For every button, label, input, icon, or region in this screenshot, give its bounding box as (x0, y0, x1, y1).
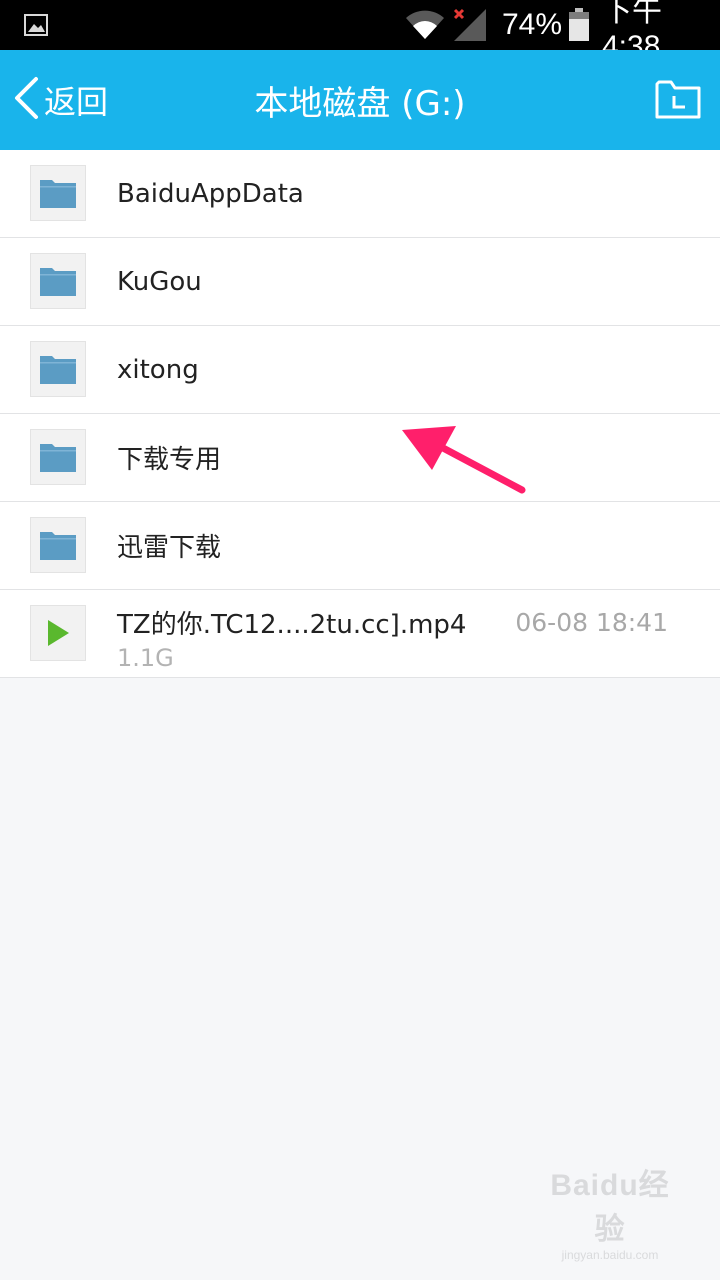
file-row-video[interactable]: TZ的你.TC12....2tu.cc].mp4 1.1G 06-08 18:4… (0, 590, 720, 678)
app-bar: 返回 本地磁盘 (G:) (0, 50, 720, 150)
file-size: 1.1G (117, 644, 174, 672)
folder-icon (30, 429, 86, 485)
file-row-folder[interactable]: KuGou (0, 238, 720, 326)
file-date: 06-08 18:41 (515, 607, 668, 637)
battery-icon (568, 0, 590, 50)
folder-icon (30, 165, 86, 221)
watermark: Baidu经验 jingyan.baidu.com (540, 1160, 680, 1262)
file-name: KuGou (117, 266, 202, 297)
folder-action-button[interactable] (648, 70, 708, 130)
file-name: TZ的你.TC12....2tu.cc].mp4 (117, 609, 467, 640)
file-row-folder[interactable]: BaiduAppData (0, 150, 720, 238)
file-row-folder[interactable]: 迅雷下载 (0, 502, 720, 590)
signal-icon (452, 0, 488, 50)
folder-icon (30, 517, 86, 573)
file-row-folder[interactable]: xitong (0, 326, 720, 414)
folder-icon (30, 341, 86, 397)
file-list: BaiduAppData KuGou xitong 下载专用 迅雷下载 TZ的你… (0, 150, 720, 678)
page-title: 本地磁盘 (G:) (254, 83, 466, 124)
folder-icon (30, 253, 86, 309)
file-name: BaiduAppData (117, 178, 304, 209)
watermark-url: jingyan.baidu.com (561, 1248, 659, 1262)
file-row-folder[interactable]: 下载专用 (0, 414, 720, 502)
back-label: 返回 (44, 83, 109, 121)
watermark-brand: Baidu经验 (550, 1169, 670, 1246)
battery-percentage: 74% (502, 8, 563, 41)
file-name: xitong (117, 354, 199, 385)
wifi-icon (404, 0, 446, 50)
annotation-arrow-icon (398, 418, 528, 502)
image-notification-icon (24, 0, 48, 50)
folder-icon (654, 76, 702, 124)
play-icon (30, 605, 86, 661)
status-bar: 74% 下午4:38 (0, 0, 720, 63)
file-name: 迅雷下载 (117, 533, 222, 563)
chevron-left-icon (12, 76, 40, 124)
back-button[interactable]: 返回 (12, 50, 132, 150)
file-name: 下载专用 (117, 445, 222, 475)
